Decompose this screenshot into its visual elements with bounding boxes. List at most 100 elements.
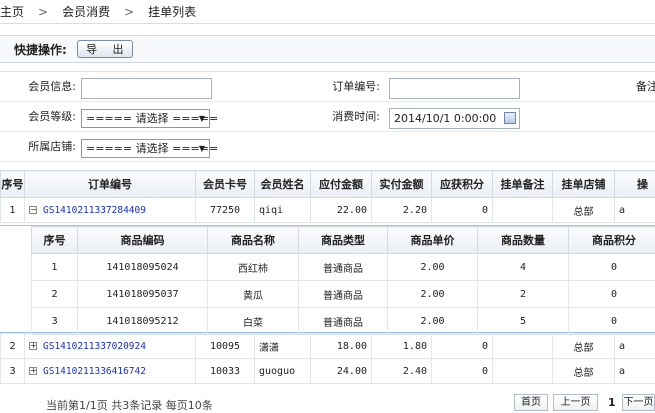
collapse-icon[interactable]: − <box>29 205 37 214</box>
expand-icon[interactable]: + <box>29 366 37 375</box>
col-header-store[interactable]: 挂单店铺 <box>552 170 615 198</box>
order-no-link[interactable]: GS1410211336416742 <box>43 366 146 377</box>
detail-header-row: 序号 商品编码 商品名称 商品类型 商品单价 商品数量 商品积分 <box>31 226 655 254</box>
row-store: 总部 <box>552 358 615 384</box>
col-header-card[interactable]: 会员卡号 <box>195 170 255 198</box>
row-name: qiqi <box>254 197 311 223</box>
prev-page-button[interactable]: 上一页 <box>553 394 598 411</box>
row-op[interactable]: a <box>614 197 655 223</box>
row-remark <box>492 333 553 359</box>
row-order-cell: − GS1410211337284409 <box>24 197 196 223</box>
breadcrumb-home[interactable]: 主页 <box>0 3 24 20</box>
col-header-paid[interactable]: 实付金额 <box>371 170 432 198</box>
detail-col-qty[interactable]: 商品数量 <box>477 226 569 254</box>
row-op[interactable]: a <box>614 333 655 359</box>
current-page: 1 <box>608 396 616 409</box>
member-level-select[interactable]: ===== 请选择 ===== ▼ <box>81 109 218 128</box>
detail-no: 2 <box>31 280 78 308</box>
row-points: 0 <box>431 358 493 384</box>
form-row-3: 所属店铺: ===== 请选择 ===== ▼ <box>0 132 655 162</box>
detail-name: 黄瓜 <box>207 280 299 308</box>
detail-col-code[interactable]: 商品编码 <box>77 226 208 254</box>
detail-qty: 4 <box>477 253 569 281</box>
row-due: 18.00 <box>310 333 372 359</box>
consume-time-input[interactable]: 2014/10/1 0:00:00 <box>389 108 520 129</box>
detail-col-no: 序号 <box>31 226 78 254</box>
chevron-down-icon: ▼ <box>198 114 205 123</box>
breadcrumb: 主页 > 会员消费 > 挂单列表 <box>0 0 655 24</box>
next-page-button[interactable]: 下一页 <box>622 394 655 411</box>
order-no-input[interactable] <box>389 78 520 99</box>
order-no-link[interactable]: GS1410211337284409 <box>43 205 146 216</box>
detail-no: 1 <box>31 253 78 281</box>
store-label: 所属店铺: <box>28 140 76 153</box>
expand-icon[interactable]: + <box>29 341 37 350</box>
row-no: 1 <box>0 197 25 223</box>
remark-label: 备注 <box>636 80 655 93</box>
detail-col-type[interactable]: 商品类型 <box>298 226 388 254</box>
calendar-icon[interactable] <box>504 112 516 124</box>
quick-action-label: 快捷操作: <box>14 42 67 57</box>
order-table: 序号 订单编号 会员卡号 会员姓名 应付金额 实付金额 应获积分 挂单备注 挂单… <box>0 170 655 223</box>
row-points: 0 <box>431 197 493 223</box>
detail-row[interactable]: 2 141018095037 黄瓜 普通商品 2.00 2 0 <box>31 280 655 308</box>
detail-col-points[interactable]: 商品积分 <box>568 226 655 254</box>
detail-qty: 5 <box>477 307 569 335</box>
row-no: 2 <box>0 333 25 359</box>
table-header-row: 序号 订单编号 会员卡号 会员姓名 应付金额 实付金额 应获积分 挂单备注 挂单… <box>0 170 655 198</box>
col-header-op: 操 <box>614 170 655 198</box>
breadcrumb-member-consume[interactable]: 会员消费 <box>62 3 110 20</box>
consume-time-label: 消费时间: <box>332 110 380 123</box>
table-row[interactable]: 1 − GS1410211337284409 77250 qiqi 22.00 2… <box>0 197 655 223</box>
quick-action-bar: 快捷操作: 导 出 <box>0 35 655 63</box>
detail-type: 普通商品 <box>298 253 388 281</box>
detail-points: 0 <box>568 253 655 281</box>
search-form: 会员信息: 订单编号: 备注 会员等级: ===== 请选择 ===== ▼ 消… <box>0 71 655 162</box>
detail-points: 0 <box>568 307 655 335</box>
order-no-label: 订单编号: <box>332 80 380 93</box>
detail-col-price[interactable]: 商品单价 <box>387 226 478 254</box>
row-due: 24.00 <box>310 358 372 384</box>
row-due: 22.00 <box>310 197 372 223</box>
row-name: guoguo <box>254 358 311 384</box>
col-header-remark[interactable]: 挂单备注 <box>492 170 553 198</box>
detail-code: 141018095212 <box>77 307 208 335</box>
export-button[interactable]: 导 出 <box>76 40 133 58</box>
store-select[interactable]: ===== 请选择 ===== ▼ <box>81 139 218 158</box>
col-header-name[interactable]: 会员姓名 <box>254 170 311 198</box>
row-remark <box>492 197 553 223</box>
detail-col-name[interactable]: 商品名称 <box>207 226 299 254</box>
row-card: 10095 <box>195 333 255 359</box>
row-order-cell: + GS1410211336416742 <box>24 358 196 384</box>
row-points: 0 <box>431 333 493 359</box>
detail-points: 0 <box>568 280 655 308</box>
first-page-button[interactable]: 首页 <box>514 394 548 411</box>
detail-code: 141018095037 <box>77 280 208 308</box>
row-op[interactable]: a <box>614 358 655 384</box>
row-paid: 2.20 <box>371 197 432 223</box>
col-header-points[interactable]: 应获积分 <box>431 170 493 198</box>
detail-name: 白菜 <box>207 307 299 335</box>
pagination: 当前第1/1页 共3条记录 每页10条 首页 上一页 1 下一页 <box>0 392 655 413</box>
detail-row[interactable]: 1 141018095024 西红柿 普通商品 2.00 4 0 <box>31 253 655 281</box>
order-table-rest: 2 + GS1410211337020924 10095 潇潇 18.00 1.8… <box>0 333 655 384</box>
member-info-label: 会员信息: <box>28 80 76 93</box>
member-info-input[interactable] <box>81 78 212 99</box>
table-row[interactable]: 3 + GS1410211336416742 10033 guoguo 24.00… <box>0 358 655 384</box>
col-header-order-no[interactable]: 订单编号 <box>24 170 196 198</box>
detail-row[interactable]: 3 141018095212 白菜 普通商品 2.00 5 0 <box>31 307 655 335</box>
order-no-link[interactable]: GS1410211337020924 <box>43 341 146 352</box>
row-store: 总部 <box>552 197 615 223</box>
consume-time-value: 2014/10/1 0:00:00 <box>394 112 497 125</box>
row-remark <box>492 358 553 384</box>
detail-qty: 2 <box>477 280 569 308</box>
col-header-due[interactable]: 应付金额 <box>310 170 372 198</box>
row-paid: 2.40 <box>371 358 432 384</box>
col-header-no: 序号 <box>0 170 25 198</box>
detail-price: 2.00 <box>387 253 478 281</box>
table-row[interactable]: 2 + GS1410211337020924 10095 潇潇 18.00 1.8… <box>0 333 655 359</box>
breadcrumb-current: 挂单列表 <box>148 5 197 19</box>
member-level-label: 会员等级: <box>28 110 76 123</box>
row-name: 潇潇 <box>254 333 311 359</box>
detail-no: 3 <box>31 307 78 335</box>
